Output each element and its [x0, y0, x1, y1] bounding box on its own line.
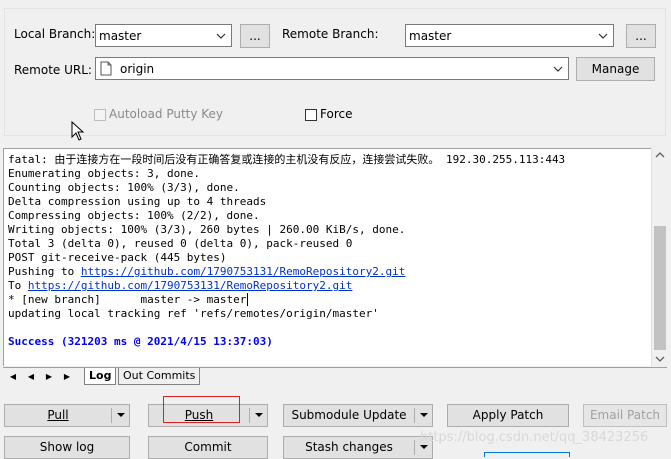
chevron-down-icon: [216, 33, 226, 39]
local-branch-value: master: [99, 29, 142, 43]
first-tab-icon[interactable]: ◀: [7, 371, 19, 383]
scroll-up-icon[interactable]: [655, 151, 665, 159]
log-line: fatal: 由于连接方在一段时间后没有正确答复或连接的主机没有反应，连接尝试失…: [8, 153, 566, 166]
apply-patch-button[interactable]: Apply Patch: [447, 404, 569, 427]
next-tab-icon[interactable]: ▶: [43, 371, 55, 383]
pushing-url-link[interactable]: https://github.com/1790753131/RemoReposi…: [81, 265, 406, 278]
log-line-tracking: updating local tracking ref 'refs/remote…: [8, 307, 379, 320]
prev-tab-icon[interactable]: ◀: [25, 371, 37, 383]
log-line: Delta compression using up to 4 threads: [8, 195, 267, 208]
pull-button[interactable]: Pull: [4, 404, 130, 427]
browse-remote-branch-button[interactable]: ...: [626, 24, 656, 48]
log-line-blank: [8, 321, 651, 335]
log-line: Compressing objects: 100% (2/2), done.: [8, 209, 260, 222]
log-output[interactable]: fatal: 由于连接方在一段时间后没有正确答复或连接的主机没有反应，连接尝试失…: [3, 148, 651, 366]
remote-url-combo[interactable]: origin: [95, 57, 569, 80]
chevron-down-icon[interactable]: [112, 405, 130, 426]
pull-label: Pull: [47, 408, 69, 422]
chevron-down-icon[interactable]: [250, 405, 268, 426]
watermark: https://blog.csdn.net/qq_38423256: [420, 430, 649, 445]
text-caret: [247, 293, 249, 306]
log-line: Enumerating objects: 3, done.: [8, 167, 201, 180]
document-icon: [100, 61, 112, 76]
log-line: Counting objects: 100% (3/3), done.: [8, 181, 240, 194]
local-branch-combo[interactable]: master: [95, 24, 232, 47]
remote-branch-value: master: [409, 29, 452, 43]
log-line: Writing objects: 100% (3/3), 260 bytes |…: [8, 223, 406, 236]
show-log-label: Show log: [39, 440, 95, 454]
log-line-to: To https://github.com/1790753131/RemoRep…: [8, 279, 651, 293]
remote-url-value: origin: [120, 62, 155, 76]
force-label: Force: [320, 107, 353, 121]
browse-local-branch-button[interactable]: ...: [240, 24, 270, 48]
chevron-down-icon[interactable]: [415, 405, 433, 426]
remote-url-label: Remote URL:: [14, 63, 92, 77]
manage-button[interactable]: Manage: [576, 57, 655, 81]
remote-branch-label: Remote Branch:: [282, 27, 379, 41]
chevron-down-icon: [553, 66, 563, 72]
tab-log[interactable]: Log: [84, 368, 117, 385]
log-line-pushing: Pushing to https://github.com/1790753131…: [8, 265, 651, 279]
stash-changes-label: Stash changes: [305, 440, 393, 454]
to-url-link[interactable]: https://github.com/1790753131/RemoReposi…: [28, 279, 353, 292]
email-patch-label: Email Patch: [589, 408, 661, 422]
log-scrollbar[interactable]: [651, 148, 667, 366]
apply-patch-label: Apply Patch: [472, 408, 544, 422]
remote-branch-combo[interactable]: master: [405, 24, 614, 47]
autoload-putty-key-checkbox[interactable]: [94, 109, 106, 121]
commit-label: Commit: [184, 440, 232, 454]
mouse-cursor-icon: [71, 121, 85, 141]
scrollbar-thumb[interactable]: [654, 226, 666, 350]
log-line: Total 3 (delta 0), reused 0 (delta 0), p…: [8, 237, 353, 250]
show-log-button[interactable]: Show log: [4, 436, 130, 459]
focused-button-edge[interactable]: [484, 452, 570, 457]
scroll-down-icon[interactable]: [655, 355, 665, 363]
branch-text: * [new branch] master -> master: [8, 293, 247, 306]
log-tab-bar: ◀ ◀ ▶ ▶ Log Out Commits: [3, 367, 667, 387]
highlight-box: [163, 396, 240, 423]
log-line-branch: * [new branch] master -> master: [8, 293, 651, 307]
submodule-update-button[interactable]: Submodule Update: [283, 404, 433, 427]
commit-button[interactable]: Commit: [148, 436, 268, 459]
tab-out-commits[interactable]: Out Commits: [118, 368, 201, 385]
to-prefix: To: [8, 279, 28, 292]
log-line: POST git-receive-pack (445 bytes): [8, 251, 227, 264]
success-message: Success (321203 ms @ 2021/4/15 13:37:03): [8, 335, 273, 348]
local-branch-label: Local Branch:: [14, 27, 96, 41]
last-tab-icon[interactable]: ▶: [61, 371, 73, 383]
stash-changes-button[interactable]: Stash changes: [283, 436, 433, 459]
email-patch-button[interactable]: Email Patch: [583, 404, 667, 427]
chevron-down-icon: [598, 33, 608, 39]
submodule-update-label: Submodule Update: [291, 408, 407, 422]
force-checkbox[interactable]: [305, 109, 317, 121]
autoload-putty-key-label: Autoload Putty Key: [109, 107, 224, 121]
pushing-prefix: Pushing to: [8, 265, 81, 278]
